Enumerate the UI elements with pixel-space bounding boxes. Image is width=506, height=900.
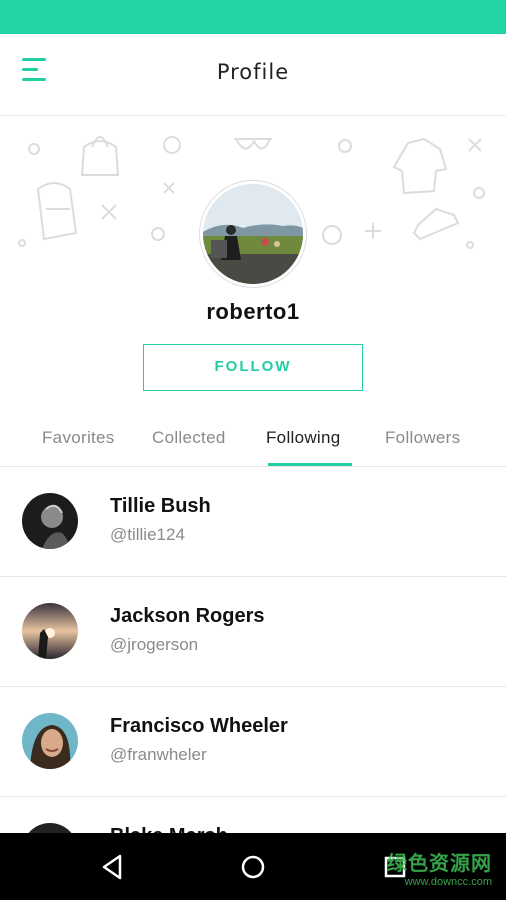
profile-avatar[interactable] (200, 181, 306, 287)
watermark-url: www.downcc.com (404, 876, 492, 888)
app-bar: Profile (0, 34, 506, 116)
avatar (22, 603, 78, 659)
following-list: Tillie Bush @tillie124 Jackson Rogers @j… (0, 467, 506, 833)
watermark-title: 绿色资源网 (387, 853, 492, 875)
profile-header: roberto1 FOLLOW (0, 117, 506, 407)
list-item[interactable]: Jackson Rogers @jrogerson (0, 577, 506, 687)
system-nav-bar: 绿色资源网 www.downcc.com (0, 833, 506, 900)
watermark: 绿色资源网 www.downcc.com (372, 847, 492, 888)
user-name: Blake Marsh (110, 825, 228, 833)
follow-button[interactable]: FOLLOW (143, 344, 363, 391)
profile-username: roberto1 (206, 299, 300, 324)
user-name: Tillie Bush (110, 495, 211, 517)
user-name: Jackson Rogers (110, 605, 265, 627)
avatar (22, 713, 78, 769)
tab-followers[interactable]: Followers (385, 428, 460, 448)
active-tab-indicator (268, 463, 352, 466)
user-handle: @jrogerson (110, 635, 199, 654)
list-item[interactable]: Blake Marsh (0, 797, 506, 833)
back-triangle-icon[interactable] (98, 851, 130, 883)
profile-tabs: Favorites Collected Following Followers (0, 412, 506, 467)
avatar (22, 493, 78, 549)
tab-collected[interactable]: Collected (152, 428, 226, 448)
list-item[interactable]: Tillie Bush @tillie124 (0, 467, 506, 577)
status-bar (0, 0, 506, 34)
avatar (22, 823, 78, 833)
user-handle: @franwheler (110, 745, 207, 764)
user-name: Francisco Wheeler (110, 715, 288, 737)
home-circle-icon[interactable] (237, 851, 269, 883)
tab-following[interactable]: Following (266, 428, 341, 448)
page-title: Profile (216, 60, 290, 84)
list-item[interactable]: Francisco Wheeler @franwheler (0, 687, 506, 797)
tab-favorites[interactable]: Favorites (42, 428, 115, 448)
user-handle: @tillie124 (110, 525, 185, 544)
